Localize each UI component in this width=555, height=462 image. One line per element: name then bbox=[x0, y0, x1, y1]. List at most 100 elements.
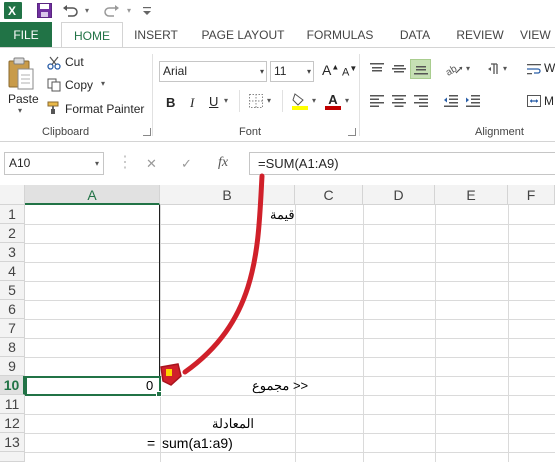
font-name-combo[interactable]: Arial ▾ bbox=[159, 61, 267, 82]
svg-text:ab: ab bbox=[444, 63, 459, 77]
text-direction-dropdown-icon[interactable]: ▾ bbox=[503, 64, 507, 73]
worksheet-grid[interactable]: A B C D E F 1 2 3 4 5 6 7 8 9 10 11 12 1… bbox=[0, 185, 555, 462]
customize-qat-icon[interactable] bbox=[142, 2, 152, 19]
confirm-entry-icon[interactable]: ✓ bbox=[181, 156, 192, 172]
group-divider bbox=[359, 54, 360, 136]
wrap-text-icon[interactable] bbox=[527, 62, 541, 76]
column-header-b[interactable]: B bbox=[160, 185, 295, 205]
decrease-indent-icon[interactable] bbox=[443, 94, 459, 108]
cell-a13[interactable]: = bbox=[147, 435, 155, 451]
font-color-icon[interactable]: A bbox=[324, 92, 342, 110]
font-size-combo[interactable]: 11 ▾ bbox=[270, 61, 314, 82]
align-bottom-icon[interactable] bbox=[410, 59, 431, 79]
orientation-icon[interactable]: ab bbox=[443, 60, 465, 78]
redo-icon[interactable] bbox=[104, 2, 120, 19]
column-header-c[interactable]: C bbox=[295, 185, 363, 205]
bold-button[interactable]: B bbox=[166, 95, 175, 110]
row-header-1[interactable]: 1 bbox=[0, 205, 25, 224]
column-header-e[interactable]: E bbox=[435, 185, 508, 205]
scissors-icon[interactable] bbox=[46, 56, 62, 70]
cut-button[interactable]: Cut bbox=[65, 55, 84, 69]
increase-font-icon[interactable]: A▲ bbox=[322, 62, 339, 78]
paste-label[interactable]: Paste bbox=[8, 92, 39, 106]
font-group-label: Font bbox=[239, 126, 262, 138]
cell-b1[interactable]: قيمة bbox=[270, 207, 295, 223]
active-cell-a10[interactable] bbox=[25, 376, 161, 396]
decrease-font-icon[interactable]: A▼ bbox=[342, 64, 357, 79]
row-header-14[interactable] bbox=[0, 452, 25, 462]
underline-dropdown-icon[interactable]: ▾ bbox=[224, 96, 228, 105]
formula-input[interactable]: =SUM(A1:A9) bbox=[249, 152, 555, 175]
cancel-entry-icon[interactable]: ✕ bbox=[146, 156, 157, 172]
undo-icon[interactable] bbox=[62, 2, 78, 19]
align-middle-icon[interactable] bbox=[391, 62, 407, 76]
tab-home[interactable]: HOME bbox=[61, 22, 123, 48]
column-header-f[interactable]: F bbox=[508, 185, 555, 205]
font-launcher-icon[interactable] bbox=[348, 128, 356, 136]
copy-dropdown-icon[interactable]: ▾ bbox=[101, 79, 105, 88]
align-top-icon[interactable] bbox=[369, 62, 385, 76]
row-header-7[interactable]: 7 bbox=[0, 319, 25, 338]
row-header-11[interactable]: 11 bbox=[0, 395, 25, 414]
underline-button[interactable]: U bbox=[209, 94, 218, 109]
increase-indent-icon[interactable] bbox=[465, 94, 481, 108]
tab-formulas[interactable]: FORMULAS bbox=[300, 22, 380, 48]
align-right-icon[interactable] bbox=[413, 94, 429, 108]
cell-b10[interactable]: << مجموع bbox=[252, 378, 308, 394]
fill-color-dropdown-icon[interactable]: ▾ bbox=[312, 96, 316, 105]
redo-dropdown-icon[interactable]: ▾ bbox=[124, 2, 134, 19]
name-box[interactable]: A10 ▾ bbox=[4, 152, 104, 175]
text-direction-icon[interactable] bbox=[486, 61, 502, 77]
tab-insert[interactable]: INSERT bbox=[126, 22, 186, 48]
fill-handle[interactable] bbox=[156, 391, 162, 397]
row-header-12[interactable]: 12 bbox=[0, 414, 25, 433]
cell-b13[interactable]: sum(a1:a9) bbox=[162, 435, 233, 451]
tab-data[interactable]: DATA bbox=[390, 22, 440, 48]
row-header-10[interactable]: 10 bbox=[0, 376, 25, 395]
ribbon-tabs: FILE HOME INSERT PAGE LAYOUT FORMULAS DA… bbox=[0, 22, 555, 48]
borders-icon[interactable] bbox=[248, 93, 264, 109]
undo-dropdown-icon[interactable]: ▾ bbox=[82, 2, 92, 19]
copy-button[interactable]: Copy bbox=[65, 78, 93, 92]
format-painter-button[interactable]: Format Painter bbox=[65, 102, 144, 116]
italic-button[interactable]: I bbox=[190, 95, 194, 111]
row-header-9[interactable]: 9 bbox=[0, 357, 25, 376]
gridline bbox=[25, 281, 555, 282]
row-header-6[interactable]: 6 bbox=[0, 300, 25, 319]
copy-icon[interactable] bbox=[46, 78, 62, 92]
align-center-icon[interactable] bbox=[391, 94, 407, 108]
clipboard-launcher-icon[interactable] bbox=[143, 128, 151, 136]
tab-view[interactable]: VIEW bbox=[520, 22, 555, 48]
insert-function-icon[interactable]: fx bbox=[218, 155, 228, 171]
merge-center-label[interactable]: M bbox=[544, 94, 554, 108]
cell-a10[interactable]: 0 bbox=[146, 378, 153, 393]
tab-file[interactable]: FILE bbox=[0, 22, 52, 48]
column-header-d[interactable]: D bbox=[363, 185, 435, 205]
borders-dropdown-icon[interactable]: ▾ bbox=[267, 96, 271, 105]
font-name-dropdown-icon[interactable]: ▾ bbox=[260, 62, 264, 81]
align-left-icon[interactable] bbox=[369, 94, 385, 108]
row-header-5[interactable]: 5 bbox=[0, 281, 25, 300]
tab-page-layout[interactable]: PAGE LAYOUT bbox=[196, 22, 290, 48]
orientation-dropdown-icon[interactable]: ▾ bbox=[466, 64, 470, 73]
paste-icon[interactable] bbox=[6, 56, 36, 92]
select-all-corner[interactable] bbox=[0, 185, 25, 205]
format-painter-icon[interactable] bbox=[46, 101, 62, 115]
clipboard-group-label: Clipboard bbox=[42, 126, 90, 138]
font-size-dropdown-icon[interactable]: ▾ bbox=[307, 62, 311, 81]
wrap-text-label[interactable]: W bbox=[544, 61, 555, 75]
cell-b12[interactable]: المعادلة bbox=[212, 416, 254, 432]
merge-center-icon[interactable] bbox=[527, 94, 541, 108]
column-header-a[interactable]: A bbox=[25, 185, 160, 205]
save-icon[interactable] bbox=[36, 2, 52, 19]
paste-dropdown-icon[interactable]: ▾ bbox=[18, 106, 22, 115]
font-color-dropdown-icon[interactable]: ▾ bbox=[345, 96, 349, 105]
name-box-dropdown-icon[interactable]: ▾ bbox=[95, 153, 99, 174]
tab-review[interactable]: REVIEW bbox=[450, 22, 510, 48]
row-header-4[interactable]: 4 bbox=[0, 262, 25, 281]
row-header-3[interactable]: 3 bbox=[0, 243, 25, 262]
row-header-2[interactable]: 2 bbox=[0, 224, 25, 243]
row-header-8[interactable]: 8 bbox=[0, 338, 25, 357]
row-header-13[interactable]: 13 bbox=[0, 433, 25, 452]
fill-color-icon[interactable] bbox=[291, 92, 309, 110]
